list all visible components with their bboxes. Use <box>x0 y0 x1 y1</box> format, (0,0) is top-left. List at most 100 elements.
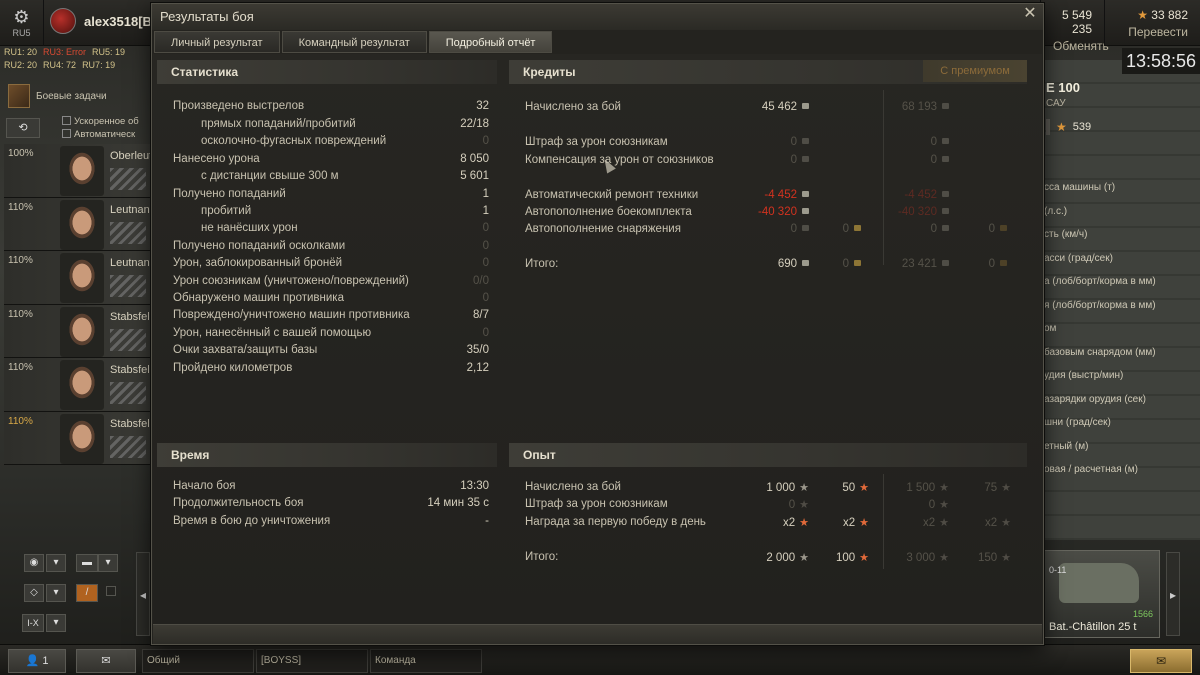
tank-xp-value: 539 <box>1072 121 1092 133</box>
role-filter-dropdown[interactable]: ▾ <box>46 584 66 602</box>
tank-param-label: азарядки орудия (сек) <box>1044 393 1146 405</box>
tank-subtitle: САУ <box>1046 98 1066 109</box>
free-xp-balance[interactable]: ★ 33 882 Перевести <box>1104 0 1200 46</box>
free-xp-premium-value: 75 ★ <box>953 481 1011 494</box>
quest-book-icon <box>8 84 30 108</box>
stat-value: 0 <box>482 222 489 234</box>
crew-rank-name: Leutnan <box>110 203 150 216</box>
tank-card-tier: 0-11 <box>1049 565 1067 575</box>
players-online-button[interactable]: 👤 1 <box>8 649 66 673</box>
carousel-right-arrow[interactable]: ▸ <box>1166 552 1180 636</box>
free-xp-star-icon: ★ <box>1137 8 1148 22</box>
stat-value: 0/0 <box>473 275 489 287</box>
crew-member[interactable]: 110% Stabsfel <box>4 358 154 412</box>
tank-icon <box>1059 563 1139 603</box>
xp-premium-value: 0 ★ <box>853 498 949 511</box>
channel-general[interactable]: Общий <box>142 649 254 673</box>
server-load-ru1: RU1: 20 <box>4 47 38 57</box>
credits-row-label: Начислено за бой <box>525 101 621 113</box>
stat-label: Произведено выстрелов <box>173 100 305 112</box>
notifications-button[interactable]: ✉ <box>1130 649 1192 673</box>
clan-emblem-icon[interactable] <box>50 8 76 34</box>
free-xp-premium-value-amount: 150 <box>977 552 998 564</box>
stat-value: 8 050 <box>460 153 489 165</box>
credits-premium-amount: 0 <box>930 223 937 235</box>
stat-label: Урон, заблокированный бронёй <box>173 257 343 269</box>
tank-carousel-item[interactable]: 0-11 1566 Bat.-Châtillon 25 t <box>1044 550 1160 638</box>
vehicle-type-filter-icon[interactable]: ▬ <box>76 554 98 572</box>
crew-reset-button[interactable]: ⟲ <box>6 118 40 138</box>
xp-star-icon: ★ <box>799 517 809 529</box>
favorites-checkbox[interactable] <box>106 586 116 596</box>
tab-personal[interactable]: Личный результат <box>154 31 280 53</box>
channel-team[interactable]: Команда <box>370 649 482 673</box>
credits-base-value: 690 <box>713 258 809 270</box>
battle-results-dialog: Результаты боя ✕ Личный результат Команд… <box>151 3 1044 645</box>
xp-base-value: 2 000 ★ <box>713 551 809 564</box>
gold-premium-amount: 0 <box>988 223 995 235</box>
time-row-value: 14 мин 35 с <box>427 497 489 509</box>
credit-coin-icon <box>802 103 809 109</box>
time-row-label: Продолжительность боя <box>173 497 304 509</box>
xp-star-icon: ★ <box>939 517 949 529</box>
free-xp-premium-value: x2 ★ <box>953 516 1011 529</box>
dialog-title-bar[interactable]: Результаты боя ✕ <box>152 4 1043 30</box>
person-icon: 👤 <box>25 655 40 667</box>
time-row-label: Начало боя <box>173 480 236 492</box>
credit-coin-icon <box>942 156 949 162</box>
contacts-button[interactable]: ✉ <box>76 649 136 673</box>
server-load-ru2: RU2: 20 <box>4 60 38 70</box>
credit-coin-icon <box>802 260 809 266</box>
xp-premium-value-amount: 3 000 <box>906 552 936 564</box>
credits-base-value: -4 452 <box>713 189 809 201</box>
crew-training-percent: 110% <box>8 201 33 213</box>
premium-filter-icon[interactable]: / <box>76 584 98 602</box>
server-load-ru5: RU5: 19 <box>92 47 126 57</box>
nation-filter-globe-icon[interactable]: ◉ <box>24 554 44 572</box>
tank-param-label: етный (м) <box>1044 440 1089 452</box>
stat-label: с дистанции свыше 300 м <box>201 170 339 182</box>
nation-filter-dropdown[interactable]: ▾ <box>46 554 66 572</box>
crew-member[interactable]: 110% Stabsfel <box>4 304 154 358</box>
crew-member[interactable]: 100% Oberleut <box>4 144 154 198</box>
tank-parameters: сса машины (т) (л.с.) сть (км/ч) асси (град… <box>1044 176 1194 482</box>
tier-filter[interactable]: I-X <box>22 614 44 632</box>
battle-quests-button[interactable]: Боевые задачи <box>8 82 154 110</box>
convert-xp-link[interactable]: Перевести <box>1117 25 1188 39</box>
channel-clan[interactable]: [BOYSS] <box>256 649 368 673</box>
credits-premium-value: 0 <box>853 154 949 166</box>
tank-param-label: овая / расчетная (м) <box>1044 464 1138 475</box>
xp-base-value: x2 ★ <box>713 516 809 529</box>
credits-base-amount: 690 <box>777 258 797 270</box>
credit-coin-icon <box>802 208 809 214</box>
credit-coin-icon <box>942 225 949 231</box>
accelerated-training-label: Ускоренное об <box>74 116 139 127</box>
stat-value: 0 <box>482 240 489 252</box>
tank-param-label: (л.с.) <box>1044 205 1068 217</box>
tier-filter-dropdown[interactable]: ▾ <box>46 614 66 632</box>
stat-value: 1 <box>482 188 489 200</box>
close-icon[interactable]: ✕ <box>1021 5 1039 23</box>
tab-detailed[interactable]: Подробный отчёт <box>428 31 553 53</box>
xp-base-value: 1 000 ★ <box>713 481 809 494</box>
carousel-left-arrow[interactable]: ◂ <box>136 552 150 636</box>
crew-skill-icon <box>110 435 146 458</box>
exchange-link[interactable]: Обменять <box>1053 39 1109 53</box>
credits-premium-amount: -4 452 <box>904 189 937 201</box>
xp-base-value: 0 ★ <box>713 498 809 511</box>
role-filter-icon[interactable]: ◇ <box>24 584 44 602</box>
tab-team[interactable]: Командный результат <box>281 31 427 53</box>
crew-member[interactable]: 110% Stabsfel <box>4 411 154 465</box>
accelerated-training-checkbox[interactable]: Ускоренное об <box>62 116 139 127</box>
crew-member[interactable]: 110% Leutnan <box>4 251 154 305</box>
gold-premium-amount: 0 <box>988 258 995 270</box>
xp-star-icon: ★ <box>1001 482 1011 494</box>
vehicle-type-dropdown[interactable]: ▾ <box>98 554 118 572</box>
settings-button[interactable]: ⚙ RU5 <box>0 0 44 46</box>
credits-base-amount: -4 452 <box>764 189 797 201</box>
credits-balance[interactable]: 5 549 235 Обменять <box>1040 0 1109 53</box>
auto-option-checkbox[interactable]: Автоматическ <box>62 129 135 140</box>
credits-base-amount: 0 <box>790 154 797 166</box>
crew-rank-name: Stabsfel <box>110 310 150 323</box>
crew-member[interactable]: 110% Leutnan <box>4 197 154 251</box>
